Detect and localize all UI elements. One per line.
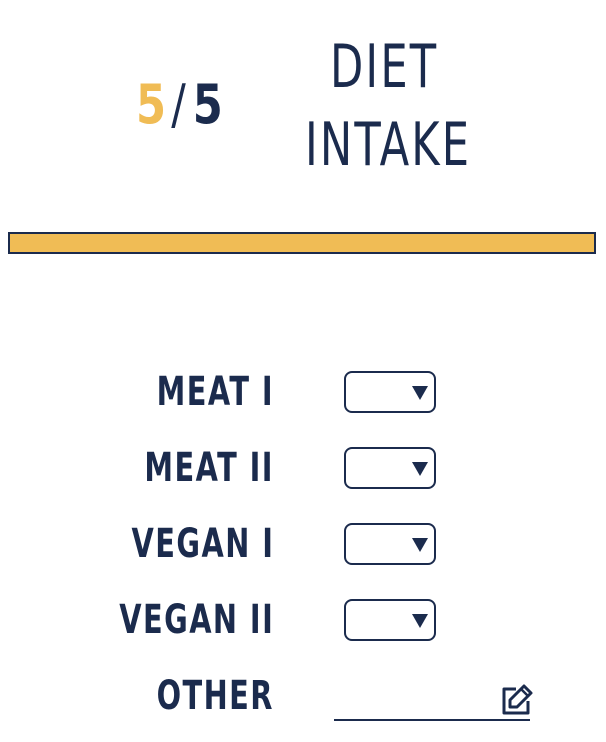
step-indicator: 5/5 [136,70,223,140]
field-label-vegan-2: VEGAN II [119,597,274,643]
meat-1-select[interactable] [344,371,436,413]
pencil-edit-icon[interactable] [498,683,534,719]
progress-bar-fill [10,234,594,252]
form-row-vegan-1: VEGAN I [0,519,606,569]
form-row-other: OTHER [0,671,606,721]
step-separator: / [171,73,186,136]
form-row-meat-1: MEAT I [0,367,606,417]
page-title-line-2: INTAKE [305,110,472,180]
triangle-down-icon [412,538,428,552]
step-current: 5 [136,73,167,136]
form-row-vegan-2: VEGAN II [0,595,606,645]
field-label-vegan-1: VEGAN I [131,521,274,567]
field-label-meat-2: MEAT II [144,445,274,491]
triangle-down-icon [412,386,428,400]
triangle-down-icon [412,462,428,476]
vegan-2-select[interactable] [344,599,436,641]
triangle-down-icon [412,614,428,628]
vegan-1-select[interactable] [344,523,436,565]
step-total: 5 [192,73,223,136]
field-label-meat-1: MEAT I [156,369,274,415]
page-title-line-1: DIET [330,32,439,102]
progress-bar [8,232,596,254]
meat-2-select[interactable] [344,447,436,489]
form-row-meat-2: MEAT II [0,443,606,493]
field-label-other: OTHER [156,673,274,719]
